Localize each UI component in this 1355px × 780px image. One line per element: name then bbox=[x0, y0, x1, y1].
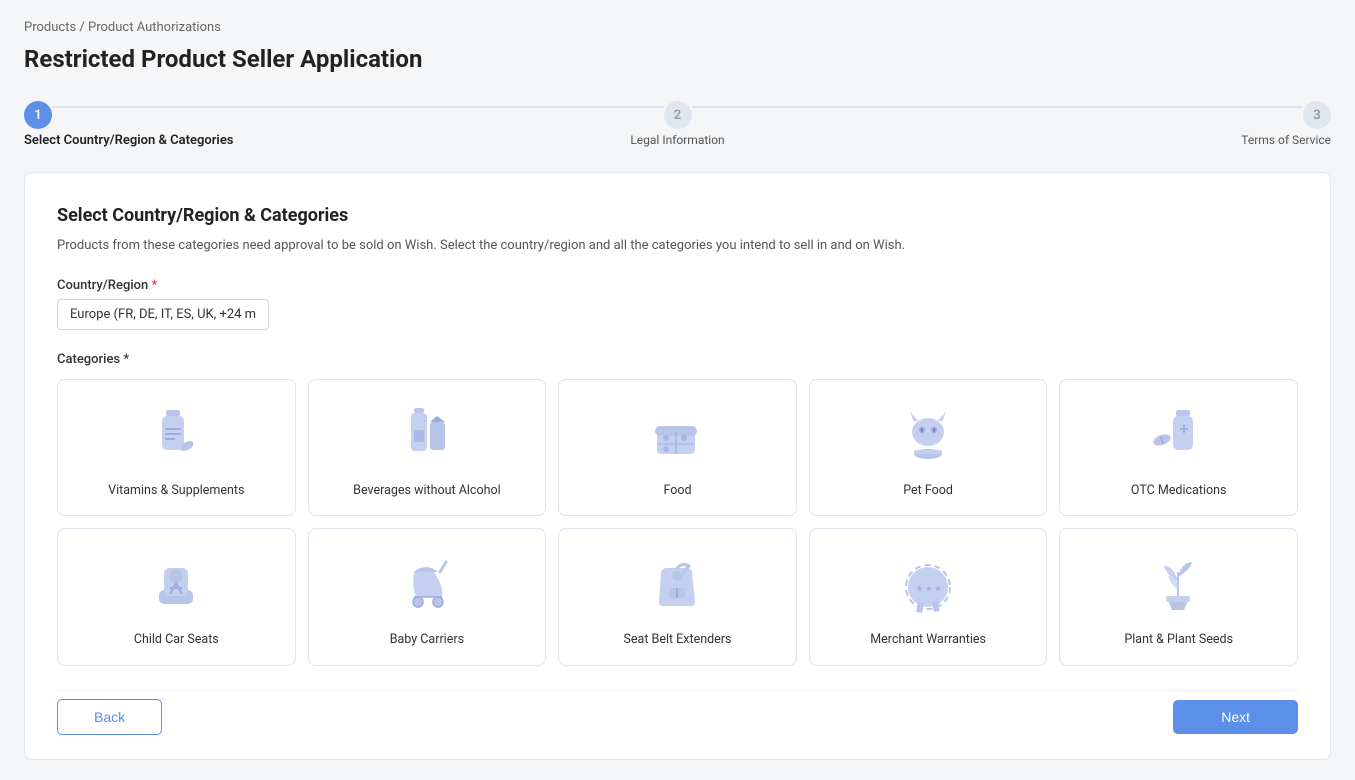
food-name: Food bbox=[663, 482, 691, 500]
category-baby-carriers[interactable]: Baby Carriers bbox=[308, 528, 547, 666]
step-2: 2 bbox=[664, 101, 692, 129]
petfood-icon bbox=[893, 400, 963, 470]
page-title: Restricted Product Seller Application bbox=[24, 45, 1331, 73]
step-label-3: Terms of Service bbox=[895, 133, 1331, 148]
vitamins-icon bbox=[141, 400, 211, 470]
step-label-1: Select Country/Region & Categories bbox=[24, 133, 460, 148]
categories-label: Categories * bbox=[57, 352, 1298, 367]
warranties-icon: ★ ★ ★ bbox=[893, 549, 963, 619]
beverages-name: Beverages without Alcohol bbox=[353, 482, 500, 500]
card-footer: Back Next bbox=[57, 690, 1298, 735]
category-otc[interactable]: OTC Medications bbox=[1059, 379, 1298, 517]
step-1-circle: 1 bbox=[24, 101, 52, 129]
stepper: 1 2 3 bbox=[24, 101, 1331, 129]
child-car-seats-icon bbox=[141, 549, 211, 619]
category-vitamins[interactable]: Vitamins & Supplements bbox=[57, 379, 296, 517]
child-car-seats-name: Child Car Seats bbox=[134, 631, 219, 649]
main-card: Select Country/Region & Categories Produ… bbox=[24, 172, 1331, 760]
baby-carriers-name: Baby Carriers bbox=[390, 631, 464, 649]
country-select[interactable]: Europe (FR, DE, IT, ES, UK, +24 m bbox=[57, 299, 269, 330]
category-child-car-seats[interactable]: Child Car Seats bbox=[57, 528, 296, 666]
country-label-text: Country/Region bbox=[57, 278, 148, 293]
food-icon bbox=[642, 400, 712, 470]
svg-text:★ ★ ★: ★ ★ ★ bbox=[916, 584, 941, 593]
section-description: Products from these categories need appr… bbox=[57, 236, 1298, 256]
section-title: Select Country/Region & Categories bbox=[57, 205, 1298, 226]
stepper-labels: Select Country/Region & Categories Legal… bbox=[24, 133, 1331, 148]
categories-required-star: * bbox=[123, 352, 129, 367]
seat-belt-icon bbox=[642, 549, 712, 619]
step-1: 1 bbox=[24, 101, 52, 129]
back-button[interactable]: Back bbox=[57, 699, 162, 735]
petfood-name: Pet Food bbox=[903, 482, 953, 500]
category-beverages[interactable]: Beverages without Alcohol bbox=[308, 379, 547, 517]
step-line-2 bbox=[692, 106, 1304, 108]
beverages-icon bbox=[392, 400, 462, 470]
step-3: 3 bbox=[1303, 101, 1331, 129]
category-petfood[interactable]: Pet Food bbox=[809, 379, 1048, 517]
breadcrumb: Products / Product Authorizations bbox=[24, 20, 1331, 35]
step-line-1 bbox=[52, 106, 664, 108]
seat-belt-name: Seat Belt Extenders bbox=[624, 631, 732, 649]
category-plants[interactable]: Plant & Plant Seeds bbox=[1059, 528, 1298, 666]
categories-label-text: Categories bbox=[57, 352, 120, 367]
otc-icon bbox=[1144, 400, 1214, 470]
country-required-star: * bbox=[151, 278, 157, 293]
breadcrumb-sep: / bbox=[76, 20, 88, 35]
category-seat-belt[interactable]: Seat Belt Extenders bbox=[558, 528, 797, 666]
step-label-2: Legal Information bbox=[460, 133, 896, 148]
category-food[interactable]: Food bbox=[558, 379, 797, 517]
vitamins-name: Vitamins & Supplements bbox=[108, 482, 244, 500]
step-3-circle: 3 bbox=[1303, 101, 1331, 129]
next-button[interactable]: Next bbox=[1173, 700, 1298, 734]
category-warranties[interactable]: ★ ★ ★ Merchant Warranties bbox=[809, 528, 1048, 666]
plants-name: Plant & Plant Seeds bbox=[1124, 631, 1233, 649]
breadcrumb-products: Products bbox=[24, 20, 76, 35]
breadcrumb-auth: Product Authorizations bbox=[88, 20, 221, 35]
baby-carriers-icon bbox=[392, 549, 462, 619]
country-label: Country/Region * bbox=[57, 278, 1298, 293]
otc-name: OTC Medications bbox=[1131, 482, 1227, 500]
step-2-circle: 2 bbox=[664, 101, 692, 129]
warranties-name: Merchant Warranties bbox=[870, 631, 986, 649]
categories-grid: Vitamins & Supplements Bev bbox=[57, 379, 1298, 666]
plants-icon bbox=[1144, 549, 1214, 619]
